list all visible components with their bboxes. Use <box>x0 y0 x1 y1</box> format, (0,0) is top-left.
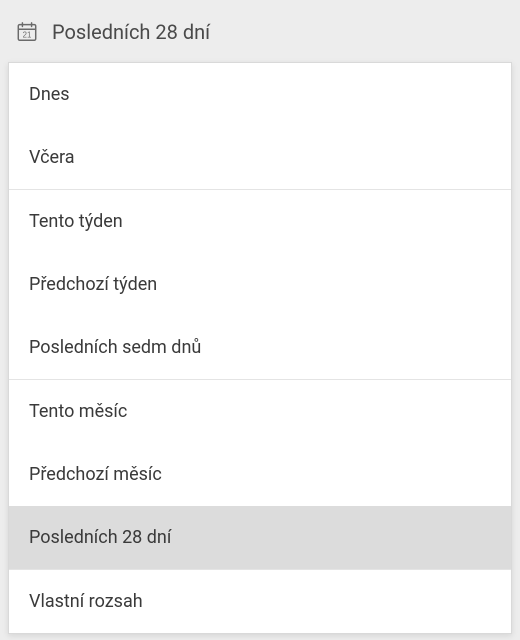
option-last-28-days[interactable]: Posledních 28 dní <box>9 506 511 569</box>
selected-range-label: Posledních 28 dní <box>52 20 210 44</box>
dropdown-panel: Dnes Včera Tento týden Předchozí týden P… <box>8 62 512 634</box>
picker-header: 21 Posledních 28 dní <box>8 8 512 62</box>
option-yesterday[interactable]: Včera <box>9 126 511 189</box>
option-group-week: Tento týden Předchozí týden Posledních s… <box>9 189 511 379</box>
calendar-icon: 21 <box>16 21 38 43</box>
option-this-week[interactable]: Tento týden <box>9 190 511 253</box>
option-previous-week[interactable]: Předchozí týden <box>9 253 511 316</box>
option-previous-month[interactable]: Předchozí měsíc <box>9 443 511 506</box>
option-last-seven-days[interactable]: Posledních sedm dnů <box>9 316 511 379</box>
option-group-month: Tento měsíc Předchozí měsíc Posledních 2… <box>9 379 511 569</box>
option-custom-range[interactable]: Vlastní rozsah <box>9 570 511 633</box>
date-range-picker: 21 Posledních 28 dní Dnes Včera Tento tý… <box>0 0 520 640</box>
option-group-custom: Vlastní rozsah <box>9 569 511 633</box>
option-today[interactable]: Dnes <box>9 63 511 126</box>
calendar-icon-day: 21 <box>23 31 32 40</box>
option-group-day: Dnes Včera <box>9 63 511 189</box>
option-this-month[interactable]: Tento měsíc <box>9 380 511 443</box>
